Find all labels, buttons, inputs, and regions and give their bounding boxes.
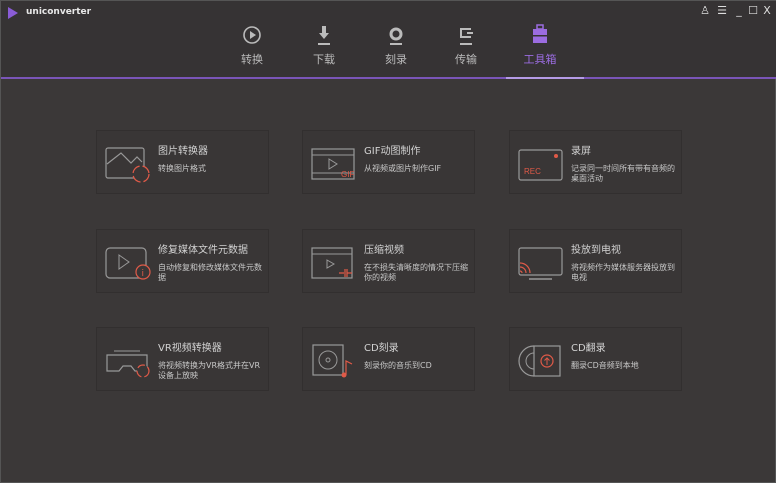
- logo-icon: [8, 7, 18, 19]
- tab-label: 转换: [241, 53, 263, 66]
- header: uniconverter ♙ ☰ _ ☐ X 转换 下载 刻录 传输 工具箱: [1, 1, 776, 78]
- tool-title: 投放到电视: [571, 245, 621, 256]
- cast-tv-icon: [518, 247, 563, 280]
- tab-transfer[interactable]: 传输: [441, 23, 491, 67]
- cd-rip-icon: [518, 345, 561, 377]
- metadata-fix-icon: i: [105, 247, 151, 280]
- tool-desc: 将视频作为媒体服务器投放到电视: [571, 263, 675, 282]
- tool-compress-video[interactable]: 压缩视频 在不损失清晰度的情况下压缩你的视频: [302, 229, 475, 293]
- user-icon[interactable]: ♙: [698, 4, 712, 17]
- rec-badge: REC: [524, 167, 541, 176]
- app-title: uniconverter: [26, 7, 92, 17]
- compress-video-icon: [311, 247, 353, 279]
- maximize-button[interactable]: ☐: [746, 4, 760, 17]
- tab-label: 下载: [313, 53, 335, 66]
- tool-title: 录屏: [571, 146, 591, 157]
- tool-desc: 将视频转换为VR格式并在VR设备上放映: [158, 361, 261, 380]
- svg-text:i: i: [142, 269, 145, 279]
- tool-desc: 记录同一时间所有带有音频的桌面活动: [571, 164, 675, 183]
- tab-divider: [1, 77, 776, 79]
- tool-cd-ripper[interactable]: CD翻录 翻录CD音频到本地: [509, 327, 682, 391]
- menu-icon[interactable]: ☰: [715, 4, 729, 17]
- tool-image-converter[interactable]: 图片转换器 转换图片格式: [96, 130, 269, 194]
- tool-desc: 自动修复和修改媒体文件元数据: [158, 263, 262, 282]
- tab-label: 传输: [455, 53, 477, 66]
- burn-icon: [389, 27, 403, 45]
- minimize-button[interactable]: _: [732, 4, 746, 17]
- tab-toolbox[interactable]: 工具箱: [515, 23, 565, 67]
- tool-cd-burner[interactable]: CD刻录 刻录你的音乐到CD: [302, 327, 475, 391]
- download-icon: [318, 26, 330, 45]
- tab-convert[interactable]: 转换: [227, 23, 277, 67]
- tool-desc: 从视频或图片制作GIF: [364, 164, 442, 173]
- vr-headset-icon: [106, 350, 150, 378]
- tool-title: 图片转换器: [158, 146, 208, 157]
- cd-burn-icon: [312, 344, 353, 378]
- tool-title: CD翻录: [571, 343, 606, 354]
- tab-download[interactable]: 下载: [299, 23, 349, 67]
- tool-desc: 在不损失清晰度的情况下压缩你的视频: [364, 263, 468, 282]
- tool-fix-metadata[interactable]: i 修复媒体文件元数据 自动修复和修改媒体文件元数据: [96, 229, 269, 293]
- tool-desc: 刻录你的音乐到CD: [364, 361, 432, 370]
- tab-label: 工具箱: [523, 53, 557, 66]
- tool-title: CD刻录: [364, 343, 399, 354]
- tool-screen-recorder[interactable]: REC 录屏 记录同一时间所有带有音频的桌面活动: [509, 130, 682, 194]
- screen-record-icon: REC: [518, 149, 563, 181]
- tool-vr-converter[interactable]: VR视频转换器 将视频转换为VR格式并在VR设备上放映: [96, 327, 269, 391]
- tab-label: 刻录: [385, 53, 407, 66]
- transfer-icon: [460, 28, 473, 45]
- tool-title: VR视频转换器: [158, 343, 222, 354]
- tab-burn[interactable]: 刻录: [371, 23, 421, 67]
- close-button[interactable]: X: [760, 4, 774, 17]
- tool-cast-to-tv[interactable]: 投放到电视 将视频作为媒体服务器投放到电视: [509, 229, 682, 293]
- tool-desc: 转换图片格式: [158, 164, 206, 173]
- convert-icon: [243, 26, 261, 44]
- tool-desc: 翻录CD音频到本地: [571, 361, 639, 370]
- tool-title: 修复媒体文件元数据: [158, 245, 248, 256]
- image-convert-icon: [105, 147, 150, 183]
- gif-badge: GIF: [341, 170, 354, 179]
- gif-film-icon: GIF: [311, 148, 355, 180]
- tool-gif-maker[interactable]: GIF GIF动图制作 从视频或图片制作GIF: [302, 130, 475, 194]
- toolbox-icon: [533, 24, 547, 43]
- active-tab-indicator: [506, 77, 584, 79]
- tool-title: 压缩视频: [364, 245, 404, 256]
- tool-title: GIF动图制作: [364, 146, 421, 157]
